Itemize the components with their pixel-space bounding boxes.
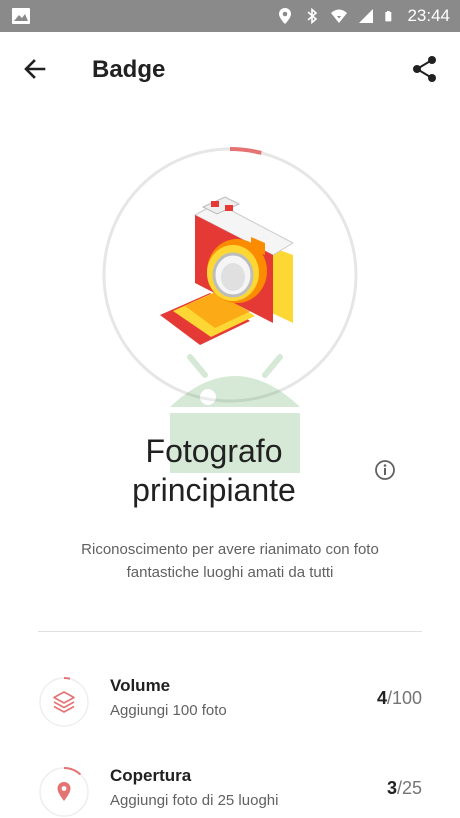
wifi-icon	[331, 9, 348, 23]
requirement-name: Copertura	[110, 766, 192, 785]
requirement-count: 3/25	[387, 778, 422, 799]
divider	[38, 631, 422, 632]
badge-description-line2: fantastiche luoghi amati da tutti	[126, 564, 334, 581]
status-time: 23:44	[407, 6, 450, 25]
badge-title: Fotografo principiante	[100, 432, 328, 510]
badge-progress-arc	[229, 147, 262, 155]
requirement-progress-ring	[39, 767, 89, 817]
status-bar: 23:44	[0, 0, 460, 32]
image-notification-icon	[12, 8, 30, 24]
location-icon	[279, 8, 292, 24]
bluetooth-icon	[307, 7, 318, 25]
camera-badge-icon	[160, 196, 295, 345]
requirement-subtitle: Aggiungi foto di 25 luoghi	[110, 792, 279, 809]
info-icon[interactable]	[374, 459, 396, 481]
share-icon[interactable]	[410, 54, 440, 84]
signal-icon	[359, 9, 374, 23]
page-title: Badge	[92, 56, 166, 83]
badge-description-line1: Riconoscimento per avere rianimato con f…	[81, 541, 379, 558]
requirement-current: 3	[386, 778, 397, 798]
requirement-total: /25	[396, 778, 422, 798]
requirement-row-copertura[interactable]: Copertura Aggiungi foto di 25 luoghi 3/2…	[0, 756, 460, 818]
arrow-back-icon[interactable]	[20, 54, 50, 84]
requirement-name: Volume	[110, 676, 171, 695]
requirement-count: 4/100	[377, 688, 422, 709]
requirement-progress-arc	[63, 767, 82, 776]
requirement-progress-ring	[39, 677, 89, 727]
place-pin-icon	[57, 782, 71, 801]
badge-description: Riconoscimento per avere rianimato con f…	[40, 538, 420, 584]
requirement-row-volume[interactable]: Volume Aggiungi 100 foto 4/100	[0, 666, 460, 736]
app-bar: Badge	[0, 32, 460, 106]
requirement-subtitle: Aggiungi 100 foto	[110, 702, 227, 719]
badge-title-line2: principiante	[132, 472, 296, 508]
requirement-progress-arc	[63, 677, 71, 680]
requirement-current: 4	[376, 688, 387, 708]
badge-title-line1: Fotografo	[145, 433, 283, 469]
battery-icon	[385, 11, 392, 22]
layers-icon	[53, 691, 75, 713]
requirement-total: /100	[386, 688, 422, 708]
